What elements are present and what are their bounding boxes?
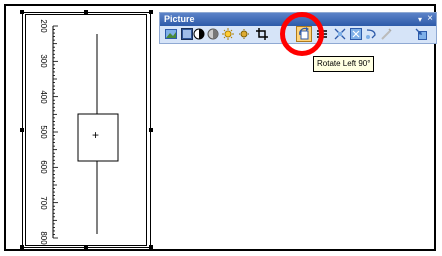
axis-ticks [53,25,58,239]
embedded-picture[interactable]: + 200 300 400 500 600 700 800 [20,10,153,249]
less-contrast-icon [207,28,219,40]
toolbar-title: Picture [164,14,195,24]
insert-picture-icon [165,29,177,39]
reset-picture-icon [415,28,427,40]
axis-tick-label: 300 [39,54,48,68]
less-brightness-icon [239,29,249,39]
toolbar-options-icon[interactable]: ▾ [418,14,422,25]
text-wrapping-button[interactable] [365,28,377,40]
more-contrast-icon [193,28,205,40]
more-brightness-icon [222,28,234,40]
mean-marker: + [92,128,100,142]
set-transparent-color-icon [381,28,392,40]
format-picture-icon [350,28,362,40]
color-icon [181,28,193,40]
reset-picture-button[interactable] [415,28,427,40]
axis-tick-label: 200 [39,19,48,33]
highlight-circle [280,12,324,56]
format-picture-button[interactable] [350,28,362,40]
axis-tick-label: 800 [39,231,48,245]
color-button[interactable] [181,28,193,40]
less-brightness-button[interactable] [238,28,250,40]
set-transparent-color-button[interactable] [380,28,392,40]
text-wrapping-icon [366,29,376,39]
crop-icon [256,28,268,40]
less-contrast-button[interactable] [207,28,219,40]
compress-pictures-icon [334,28,346,40]
rotate-left-tooltip: Rotate Left 90° [313,56,375,72]
axis-tick-label: 700 [39,195,48,210]
crop-button[interactable] [256,28,268,40]
insert-picture-button[interactable] [165,28,177,40]
compress-pictures-button[interactable] [334,28,346,40]
axis-tick-label: 500 [39,125,48,139]
axis-tick-label: 600 [39,160,48,174]
axis-tick-label: 400 [39,89,48,104]
more-contrast-button[interactable] [193,28,205,40]
close-icon[interactable]: × [427,13,433,25]
more-brightness-button[interactable] [222,28,234,40]
axis-tick-labels: 200 300 400 500 600 700 800 [36,12,50,248]
